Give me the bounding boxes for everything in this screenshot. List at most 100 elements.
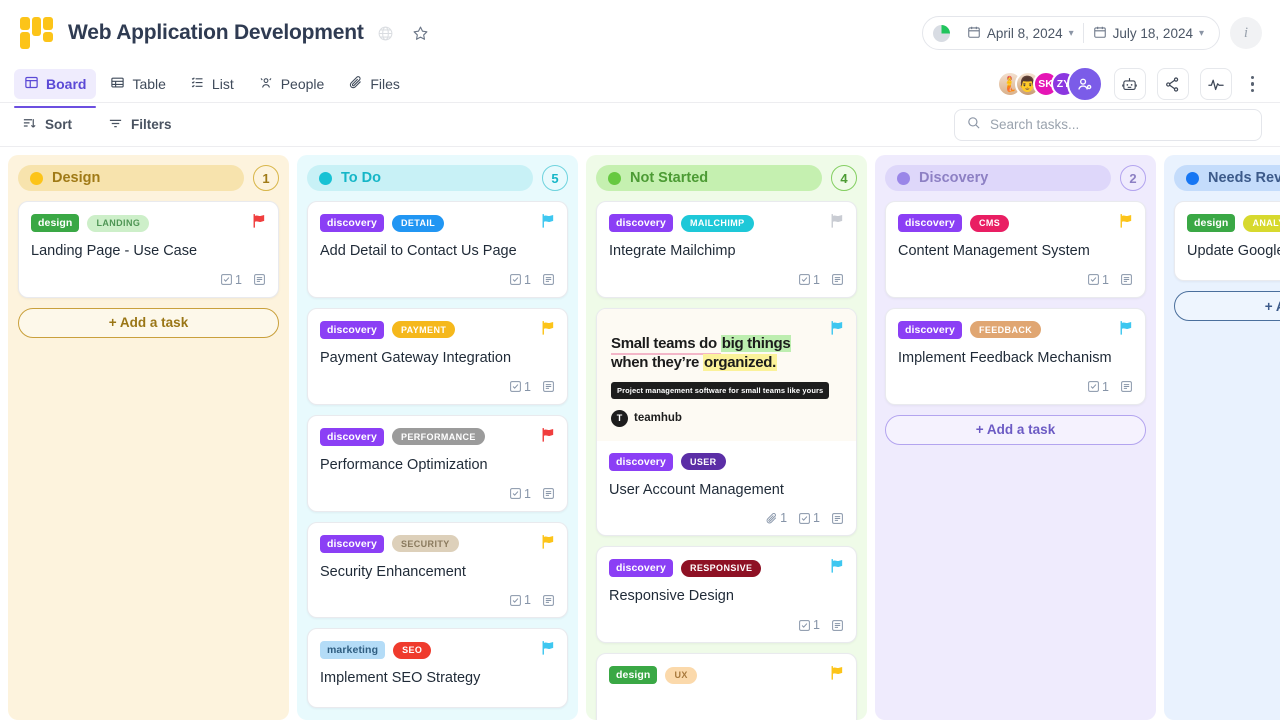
priority-flag-icon[interactable] [539, 319, 556, 336]
task-card[interactable]: Small teams do big things when they’re o… [596, 307, 857, 537]
filters-button[interactable]: Filters [108, 116, 172, 134]
globe-icon[interactable] [377, 25, 394, 42]
tag-discovery[interactable]: discovery [609, 214, 673, 232]
tag-marketing[interactable]: marketing [320, 641, 386, 660]
tag-discovery[interactable]: discovery [320, 320, 384, 339]
robot-icon[interactable] [1113, 68, 1146, 100]
date-range-group: April 8, 2024 ▾ July 18, 2024 ▾ [921, 16, 1220, 50]
priority-flag-icon[interactable] [1117, 319, 1134, 336]
checklist-count: 1 [220, 273, 242, 287]
tag-payment[interactable]: PAYMENT [391, 321, 456, 339]
branch-icon[interactable] [1156, 68, 1189, 100]
priority-flag-icon[interactable] [539, 639, 556, 656]
tag-analytics[interactable]: ANALYTICS [1243, 214, 1280, 232]
tag-feedback[interactable]: FEEDBACK [969, 321, 1042, 339]
tag-performance[interactable]: PERFORMANCE [391, 428, 485, 446]
description-icon [542, 273, 555, 286]
tag-design[interactable]: design [31, 214, 80, 232]
priority-flag-icon[interactable] [539, 533, 556, 550]
tag-seo[interactable]: SEO [393, 641, 432, 659]
priority-flag-icon[interactable] [828, 319, 845, 336]
task-card[interactable]: discovery PERFORMANCE Performance Optimiza… [307, 414, 568, 512]
tag-user[interactable]: USER [680, 453, 726, 471]
task-card[interactable]: discovery SECURITY Security Enhancement 1 [307, 521, 568, 619]
tag-discovery[interactable]: discovery [609, 559, 673, 578]
tag-discovery[interactable]: discovery [320, 534, 384, 553]
page-title: Web Application Development [68, 21, 429, 45]
tag-design[interactable]: design [609, 666, 658, 685]
info-button[interactable]: i [1230, 17, 1262, 49]
tab-board[interactable]: Board [14, 69, 97, 108]
card-title: Security Enhancement [320, 563, 466, 580]
tab-table-label: Table [132, 76, 166, 92]
card-tags: design ANALYTICS [1187, 214, 1280, 232]
cover-line2-highlight: organized. [702, 353, 777, 371]
search-bar[interactable] [954, 108, 1262, 141]
task-card[interactable]: discovery CMS Content Management System 1 [885, 201, 1146, 298]
add-person-icon[interactable] [1066, 66, 1103, 102]
sort-button[interactable]: Sort [22, 116, 72, 134]
task-card[interactable]: design UX [596, 653, 857, 720]
card-tags: discovery DETAIL [320, 214, 555, 232]
task-card[interactable]: design LANDING Landing Page - Use Case 1 [18, 201, 279, 298]
favorite-star-icon[interactable] [412, 25, 429, 42]
priority-flag-icon[interactable] [1117, 212, 1134, 229]
add-task-button[interactable]: + Add a task [1174, 291, 1280, 321]
list-icon [190, 75, 205, 93]
priority-flag-icon[interactable] [828, 664, 845, 681]
tag-discovery[interactable]: discovery [320, 427, 384, 446]
column-title-pill[interactable]: Discovery [885, 165, 1111, 191]
description-icon [253, 273, 266, 286]
checklist-count: 1 [1087, 380, 1109, 394]
tag-detail[interactable]: DETAIL [391, 214, 445, 232]
tab-files[interactable]: Files [338, 69, 410, 99]
task-card[interactable]: marketing SEO Implement SEO Strategy [307, 628, 568, 709]
task-card[interactable]: discovery RESPONSIVE Responsive Design 1 [596, 546, 857, 644]
tag-responsive[interactable]: RESPONSIVE [680, 559, 762, 577]
task-card[interactable]: discovery PAYMENT Payment Gateway Integrat… [307, 307, 568, 405]
add-task-button[interactable]: + Add a task [885, 414, 1146, 445]
card-tags: design LANDING [31, 214, 266, 232]
column-title-pill[interactable]: To Do [307, 165, 533, 191]
tag-discovery[interactable]: discovery [898, 320, 962, 339]
end-date-picker[interactable]: July 18, 2024 ▾ [1084, 17, 1213, 49]
tag-cms[interactable]: CMS [969, 214, 1010, 232]
column-title-pill[interactable]: Needs Review [1174, 165, 1280, 191]
task-card[interactable]: design ANALYTICS Update Google Analytics [1174, 201, 1280, 281]
priority-flag-icon[interactable] [539, 426, 556, 443]
filters-label: Filters [131, 117, 172, 132]
column-cards: design LANDING Landing Page - Use Case 1 [18, 201, 279, 298]
tab-people[interactable]: People [248, 69, 335, 99]
column-header: Discovery 2 [885, 165, 1146, 191]
tag-mailchimp[interactable]: MAILCHIMP [680, 214, 754, 232]
tab-table[interactable]: Table [100, 69, 175, 99]
task-card[interactable]: discovery DETAIL Add Detail to Contact Us … [307, 201, 568, 298]
column-title: Not Started [630, 170, 709, 186]
add-task-button[interactable]: + Add a task [18, 307, 279, 338]
tag-discovery[interactable]: discovery [320, 214, 384, 232]
task-card[interactable]: discovery FEEDBACK Implement Feedback Mech… [885, 307, 1146, 405]
priority-flag-icon[interactable] [828, 212, 845, 229]
priority-flag-icon[interactable] [828, 557, 845, 574]
card-tags: discovery RESPONSIVE [609, 559, 844, 578]
tab-list[interactable]: List [180, 69, 244, 99]
board-column-not-started: Not Started 4 discovery MAILCHIMP Integrate… [586, 155, 867, 720]
tag-landing[interactable]: LANDING [87, 214, 150, 232]
priority-flag-icon[interactable] [539, 212, 556, 229]
teamhub-logo-icon[interactable] [20, 17, 54, 49]
tag-discovery[interactable]: discovery [898, 214, 962, 232]
start-date-picker[interactable]: April 8, 2024 ▾ [958, 17, 1083, 49]
tag-design[interactable]: design [1187, 214, 1236, 232]
column-title-pill[interactable]: Design [18, 165, 244, 191]
priority-flag-icon[interactable] [250, 212, 267, 229]
task-card[interactable]: discovery MAILCHIMP Integrate Mailchimp 1 [596, 201, 857, 298]
more-options-icon[interactable] [1243, 72, 1263, 97]
column-title-pill[interactable]: Not Started [596, 165, 822, 191]
tag-security[interactable]: SECURITY [391, 535, 459, 553]
tab-list-label: List [211, 76, 234, 92]
tag-ux[interactable]: UX [665, 666, 697, 684]
tag-discovery[interactable]: discovery [609, 452, 673, 471]
activity-pulse-icon[interactable] [1199, 68, 1232, 100]
description-icon [831, 273, 844, 286]
search-input[interactable] [990, 117, 1250, 132]
